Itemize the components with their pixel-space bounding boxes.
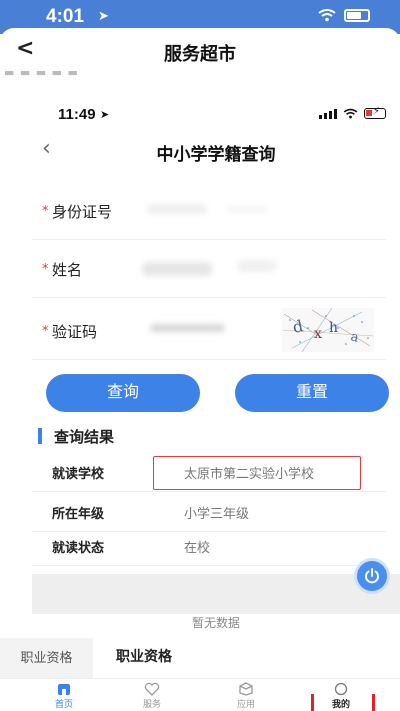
captcha-label: 验证码 — [52, 323, 98, 341]
svg-text:h: h — [329, 320, 338, 336]
captcha-input[interactable] — [150, 324, 225, 332]
captcha-image[interactable]: d x h a — [282, 308, 374, 352]
vocation-section-title: 职业资格 — [116, 649, 172, 665]
reset-button[interactable]: 重置 — [235, 374, 389, 412]
wifi-icon — [318, 9, 336, 22]
header-subtitle-residue: ▬ ▬ ▬ ▬ ▬ — [4, 66, 79, 79]
captcha-field[interactable]: * 验证码 d x h a — [32, 308, 386, 360]
home-icon — [58, 684, 70, 695]
result-row-status: 就读状态 在校 — [32, 526, 386, 566]
location-arrow-icon: ➤ — [100, 108, 110, 121]
required-mark: * — [42, 324, 49, 339]
signal-icon — [319, 108, 337, 119]
tab-home[interactable]: 首页 — [34, 682, 94, 710]
outer-status-time: 4:01 — [46, 6, 85, 27]
section-accent-bar — [38, 428, 42, 444]
tab-service[interactable]: 服务 — [122, 682, 182, 710]
school-highlight-box — [153, 456, 361, 490]
result-section-title: 查询结果 — [38, 426, 114, 446]
name-label: 姓名 — [52, 261, 83, 279]
required-mark: * — [42, 262, 49, 277]
inner-screenshot: 11:49 ➤ ⚡ ‹ 中小学学籍查询 * 身份证号 * 姓名 * 验证码 d … — [32, 96, 400, 636]
wifi-icon — [343, 108, 358, 119]
heart-icon — [144, 682, 160, 696]
required-mark: * — [42, 204, 49, 219]
bottom-tab-bar: 首页 服务 应用 我的 — [0, 678, 400, 711]
svg-text:x: x — [314, 326, 322, 342]
battery-icon — [344, 8, 370, 22]
inner-status-time: 11:49 — [58, 106, 96, 123]
red-marker-right — [372, 694, 375, 711]
power-icon — [365, 568, 379, 584]
query-button[interactable]: 查询 — [46, 374, 200, 412]
id-number-field[interactable]: * 身份证号 — [32, 188, 386, 240]
battery-low-icon: ⚡ — [364, 106, 386, 119]
inner-header: ‹ 中小学学籍查询 — [32, 132, 400, 172]
empty-text: 暂无数据 — [191, 616, 240, 630]
name-field[interactable]: * 姓名 — [32, 246, 386, 298]
id-number-input[interactable] — [147, 204, 207, 214]
empty-state-band — [32, 574, 400, 614]
inner-status-bar: 11:49 ➤ ⚡ — [32, 96, 400, 132]
location-arrow-icon: ➤ — [98, 9, 109, 24]
vocation-tile-left[interactable]: 职业资格 — [0, 638, 93, 678]
page-title: 服务超市 — [164, 44, 236, 65]
inner-page-title: 中小学学籍查询 — [156, 145, 276, 165]
user-icon — [334, 682, 348, 696]
floating-power-button[interactable] — [354, 558, 390, 594]
name-input[interactable] — [142, 262, 212, 276]
id-number-label: 身份证号 — [52, 203, 113, 221]
tab-apps[interactable]: 应用 — [216, 682, 276, 710]
box-icon — [239, 682, 253, 696]
tab-mine[interactable]: 我的 — [311, 682, 371, 710]
red-marker-left — [311, 694, 314, 711]
